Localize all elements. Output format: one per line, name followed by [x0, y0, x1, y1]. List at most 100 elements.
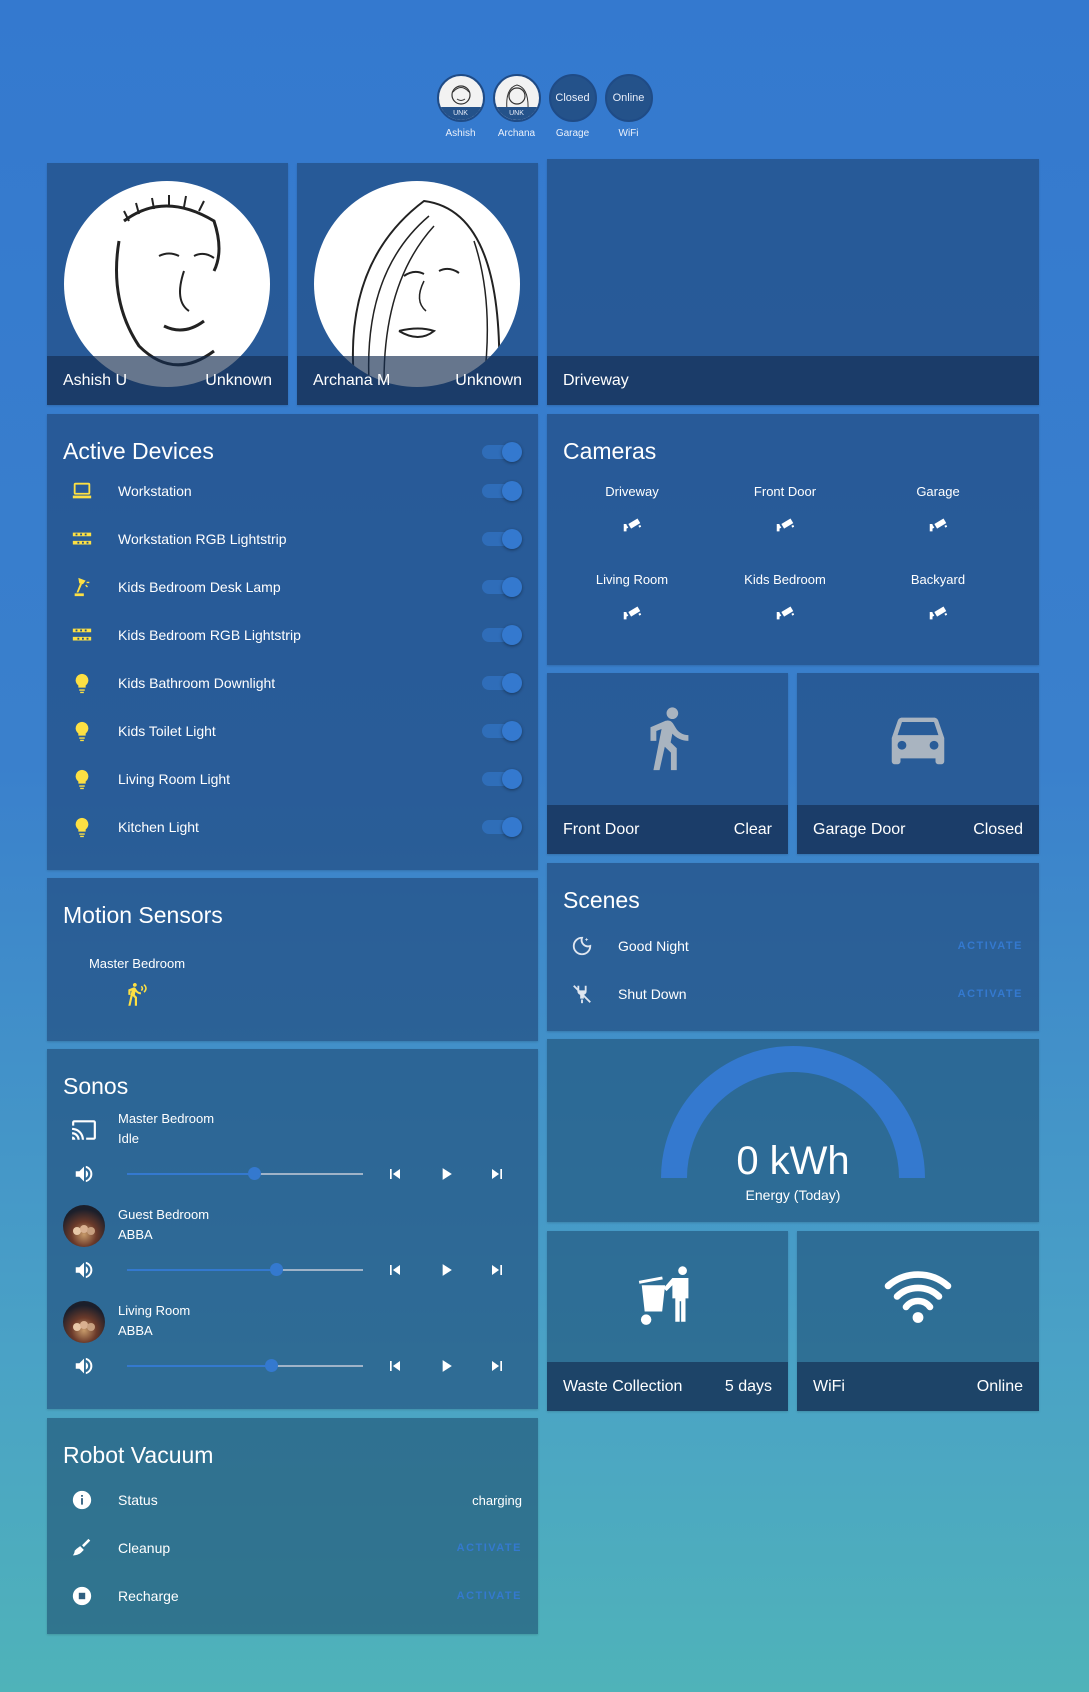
cctv-icon [572, 513, 692, 538]
skip-previous-icon[interactable] [385, 1260, 405, 1285]
activate-button[interactable]: ACTIVATE [958, 940, 1023, 952]
player-room: Master Bedroom [118, 1111, 215, 1126]
device-toggle[interactable] [482, 625, 522, 645]
garage-door-card[interactable]: Garage Door Closed [797, 673, 1039, 854]
volume-knob[interactable] [269, 1263, 283, 1276]
skip-next-icon[interactable] [487, 1260, 507, 1285]
camera-entity[interactable]: Garage [878, 484, 998, 538]
device-row[interactable]: Kitchen Light [63, 812, 522, 842]
vacuum-status-row: Status charging [63, 1485, 522, 1515]
badge-label: Garage [555, 128, 590, 139]
sonos-player[interactable]: Living Room ABBA [63, 1301, 522, 1343]
activate-button[interactable]: ACTIVATE [958, 988, 1023, 1000]
avatar: UNK [436, 74, 485, 122]
cctv-icon [572, 601, 692, 626]
album-art-icon [63, 1301, 105, 1343]
camera-entity[interactable]: Front Door [725, 484, 845, 538]
badge-garage[interactable]: Closed Garage [548, 74, 597, 139]
camera-entity[interactable]: Backyard [878, 572, 998, 626]
device-toggle[interactable] [482, 577, 522, 597]
scene-row-good-night[interactable]: Good Night ACTIVATE [563, 931, 1023, 961]
device-name: Workstation RGB Lightstrip [118, 531, 287, 547]
sensor-name: Waste Collection [563, 1377, 683, 1395]
device-toggle[interactable] [482, 673, 522, 693]
energy-gauge-card[interactable]: 0 kWh Energy (Today) [547, 1039, 1039, 1222]
driveway-camera-card[interactable]: Driveway [547, 159, 1039, 405]
lightbulb-icon [63, 768, 101, 790]
camera-entity[interactable]: Living Room [572, 572, 692, 626]
motion-sensor-entity[interactable]: Master Bedroom [77, 956, 197, 1014]
sonos-player[interactable]: Master Bedroom Idle [63, 1111, 522, 1151]
trash-bin-person-icon [547, 1259, 788, 1329]
person-name: Ashish U [63, 371, 128, 389]
volume-slider[interactable] [127, 1263, 363, 1276]
volume-slider[interactable] [127, 1359, 363, 1372]
badge-archana[interactable]: UNK Archana [492, 74, 541, 139]
scene-name: Shut Down [618, 986, 687, 1002]
device-row[interactable]: Kids Bedroom RGB Lightstrip [63, 620, 522, 650]
device-row[interactable]: Workstation RGB Lightstrip [63, 524, 522, 554]
power-off-icon [563, 983, 601, 1005]
badge-state: Online [604, 74, 653, 122]
skip-next-icon[interactable] [487, 1356, 507, 1381]
sonos-player[interactable]: Guest Bedroom ABBA [63, 1205, 522, 1247]
device-toggle[interactable] [482, 481, 522, 501]
player-controls [63, 1351, 522, 1381]
wifi-card[interactable]: WiFi Online [797, 1231, 1039, 1411]
waste-collection-card[interactable]: Waste Collection 5 days [547, 1231, 788, 1411]
led-strip-icon [63, 528, 101, 550]
volume-icon[interactable] [73, 1355, 95, 1382]
info-icon [63, 1489, 101, 1511]
volume-icon[interactable] [73, 1259, 95, 1286]
card-title: Cameras [563, 438, 657, 464]
vacuum-cleanup-row[interactable]: Cleanup ACTIVATE [63, 1533, 522, 1563]
device-row[interactable]: Kids Toilet Light [63, 716, 522, 746]
front-door-card[interactable]: Front Door Clear [547, 673, 788, 854]
person-card-ashish[interactable]: Ashish U Unknown [47, 163, 288, 405]
badge-wifi[interactable]: Online WiFi [604, 74, 653, 139]
volume-icon[interactable] [73, 1163, 95, 1190]
vacuum-recharge-row[interactable]: Recharge ACTIVATE [63, 1581, 522, 1611]
device-name: Kitchen Light [118, 819, 199, 835]
scene-row-shut-down[interactable]: Shut Down ACTIVATE [563, 979, 1023, 1009]
lightbulb-icon [63, 720, 101, 742]
master-toggle[interactable] [482, 442, 522, 462]
volume-knob[interactable] [248, 1167, 262, 1180]
camera-entity[interactable]: Driveway [572, 484, 692, 538]
motion-sensors-card: Motion Sensors Master Bedroom [47, 878, 538, 1041]
person-card-archana[interactable]: Archana M Unknown [297, 163, 538, 405]
energy-label: Energy (Today) [745, 1187, 841, 1203]
person-state: Unknown [455, 371, 522, 389]
volume-slider[interactable] [127, 1167, 363, 1180]
device-row[interactable]: Kids Bathroom Downlight [63, 668, 522, 698]
device-toggle[interactable] [482, 721, 522, 741]
lightbulb-icon [63, 816, 101, 838]
volume-fill [127, 1269, 276, 1271]
skip-next-icon[interactable] [487, 1164, 507, 1189]
camera-entity[interactable]: Kids Bedroom [725, 572, 845, 626]
skip-previous-icon[interactable] [385, 1356, 405, 1381]
play-icon[interactable] [436, 1260, 456, 1285]
cast-icon [63, 1109, 105, 1151]
play-icon[interactable] [436, 1164, 456, 1189]
device-row[interactable]: Kids Bedroom Desk Lamp [63, 572, 522, 602]
volume-knob[interactable] [264, 1359, 278, 1372]
skip-previous-icon[interactable] [385, 1164, 405, 1189]
entity-label: Master Bedroom [88, 956, 186, 971]
activate-button[interactable]: ACTIVATE [457, 1542, 522, 1554]
badge-ashish[interactable]: UNK Ashish [436, 74, 485, 139]
camera-name: Front Door [753, 484, 817, 499]
device-toggle[interactable] [482, 817, 522, 837]
device-toggle[interactable] [482, 529, 522, 549]
device-name: Kids Toilet Light [118, 723, 216, 739]
device-name: Kids Bedroom RGB Lightstrip [118, 627, 301, 643]
device-toggle[interactable] [482, 769, 522, 789]
activate-button[interactable]: ACTIVATE [457, 1590, 522, 1602]
device-name: Workstation [118, 483, 192, 499]
running-person-icon [547, 703, 788, 773]
sensor-footer: Garage Door Closed [797, 805, 1039, 854]
play-icon[interactable] [436, 1356, 456, 1381]
device-row[interactable]: Living Room Light [63, 764, 522, 794]
device-row[interactable]: Workstation [63, 476, 522, 506]
card-title: Motion Sensors [63, 902, 223, 928]
